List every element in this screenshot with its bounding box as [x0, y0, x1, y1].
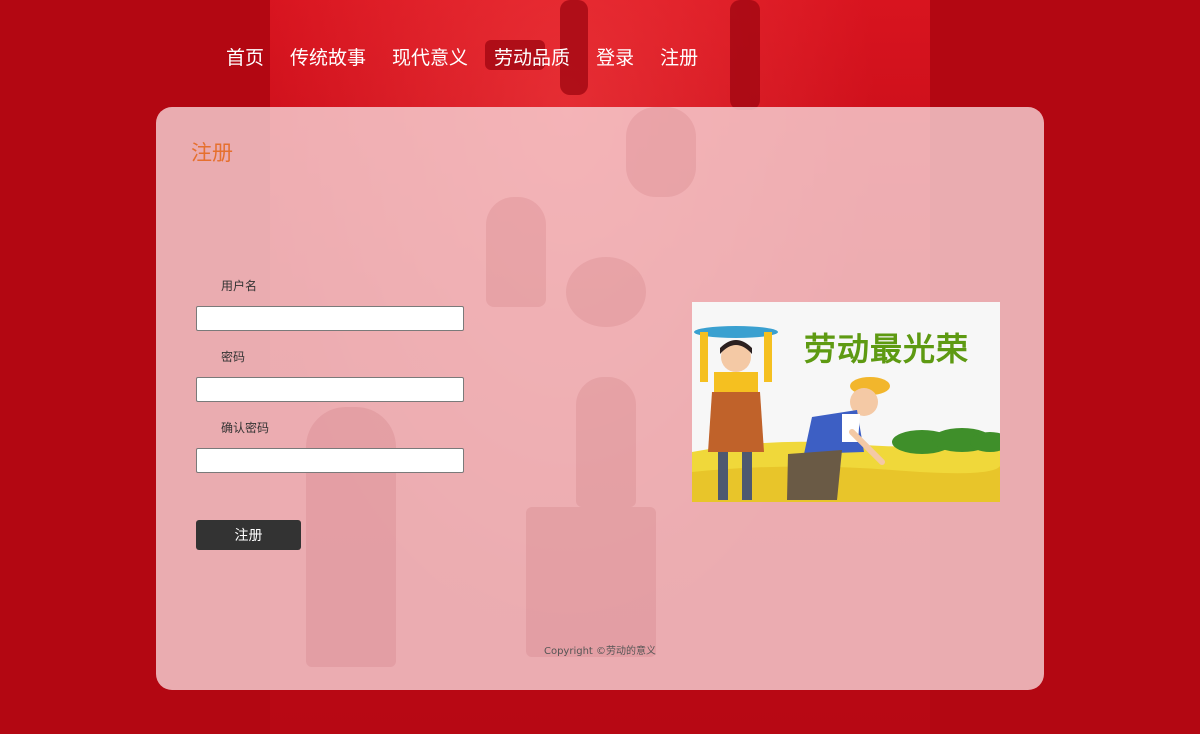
top-nav: 首页 传统故事 现代意义 劳动品质 登录 注册	[226, 44, 724, 72]
labor-illustration: 劳动最光荣	[692, 302, 1000, 502]
password-label: 密码	[221, 350, 246, 364]
nav-item-login[interactable]: 登录	[596, 44, 634, 72]
copyright-text: Copyright ©劳动的意义	[543, 646, 657, 657]
silhouette-figure	[730, 0, 760, 110]
page-title: 注册	[191, 141, 233, 165]
nav-item-labor-quality[interactable]: 劳动品质	[494, 44, 570, 72]
nav-item-traditional-stories[interactable]: 传统故事	[290, 44, 366, 72]
username-input[interactable]	[196, 306, 464, 331]
register-panel: 注册 用户名 密码 确认密码 注册 劳动最光荣 Copyright ©劳动的意义	[156, 107, 1044, 690]
nav-item-home[interactable]: 首页	[226, 44, 264, 72]
confirm-password-label: 确认密码	[221, 421, 270, 435]
register-button[interactable]: 注册	[196, 520, 301, 550]
nav-item-register[interactable]: 注册	[660, 44, 698, 72]
password-input[interactable]	[196, 377, 464, 402]
confirm-password-input[interactable]	[196, 448, 464, 473]
illustration-title: 劳动最光荣	[804, 330, 970, 368]
username-label: 用户名	[221, 279, 258, 293]
nav-item-modern-meaning[interactable]: 现代意义	[392, 44, 468, 72]
